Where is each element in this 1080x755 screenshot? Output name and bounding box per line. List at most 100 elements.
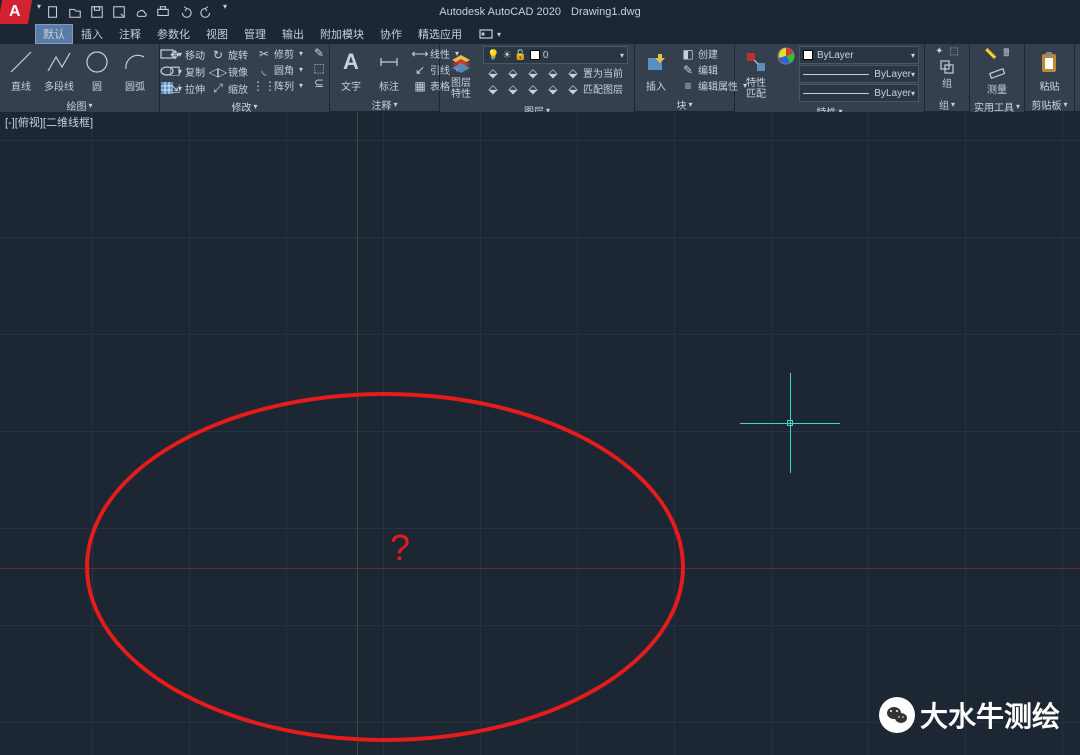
insert-block-button[interactable]: 插入 — [637, 46, 675, 94]
dimension-button[interactable]: 标注 — [370, 46, 408, 94]
text-button[interactable]: A 文字 — [332, 46, 370, 94]
polyline-label: 多段线 — [44, 78, 74, 93]
color-selector[interactable]: ByLayer ▾ — [799, 46, 919, 64]
move-button[interactable]: ✥移动 — [165, 46, 208, 63]
util-icon-2[interactable]: 🖩 — [1000, 46, 1012, 63]
layer-selector[interactable]: 💡 ☀ 🔓 0 ▾ — [483, 46, 628, 64]
linetype-selector[interactable]: ByLayer▾ — [799, 84, 919, 102]
panel-modify: ✥移动 ↻旋转 ❐复制 ◁▷镜像 ⇲拉伸 ⤢缩放 ✂修剪▾ ◟圆角▾ ⋮⋮阵列▾… — [160, 44, 330, 111]
tab-app-extra[interactable]: ▾ — [470, 24, 509, 44]
copy-icon: ❐ — [168, 65, 182, 79]
cloud-icon[interactable] — [131, 2, 151, 22]
group-button[interactable]: 组 — [928, 59, 966, 91]
group-icon-1[interactable]: ✦ — [932, 46, 946, 57]
dim-label: 标注 — [379, 78, 399, 93]
qat-menu-drop[interactable]: ▾ — [37, 2, 41, 22]
lineweight-selector[interactable]: ByLayer▾ — [799, 65, 919, 83]
text-label: 文字 — [341, 78, 361, 93]
viewport-label[interactable]: [-][俯视][二维线框] — [5, 114, 93, 130]
layer-tool-4[interactable]: ⬙ — [543, 66, 563, 80]
offset-icon[interactable]: ⊆ — [309, 76, 329, 90]
layer-tool-7[interactable]: ⬙ — [523, 82, 543, 96]
annotation-question-mark: ? — [390, 527, 410, 569]
open-icon[interactable] — [65, 2, 85, 22]
arc-label: 圆弧 — [125, 78, 145, 93]
layer-properties-button[interactable]: 图层特性 — [442, 46, 480, 101]
tab-featured[interactable]: 精选应用 — [410, 24, 470, 44]
circle-label: 圆 — [92, 78, 102, 93]
tab-annotate[interactable]: 注释 — [111, 24, 149, 44]
util-icon-1[interactable]: 📏 — [982, 49, 1000, 60]
qat-expand[interactable]: ▾ — [223, 2, 227, 22]
layer-tool-2[interactable]: ⬙ — [503, 66, 523, 80]
circle-button[interactable]: 圆 — [78, 46, 116, 94]
insert-label: 插入 — [646, 78, 666, 93]
panel-group-title: 组 — [939, 97, 949, 112]
new-icon[interactable] — [43, 2, 63, 22]
panel-layers: 图层特性 💡 ☀ 🔓 0 ▾ ⬙ ⬙ ⬙ ⬙ ⬙置为当前 — [440, 44, 635, 111]
arc-button[interactable]: 圆弧 — [116, 46, 154, 94]
watermark: 大水牛测绘 — [879, 695, 1060, 735]
erase-icon[interactable]: ✎ — [309, 46, 329, 60]
stretch-icon: ⇲ — [168, 82, 182, 96]
array-icon: ⋮⋮ — [257, 79, 271, 93]
plot-icon[interactable] — [153, 2, 173, 22]
measure-button[interactable]: 测量 — [978, 65, 1016, 97]
panel-block-title: 块 — [676, 97, 686, 112]
group-icon-2[interactable]: ⬚ — [946, 46, 961, 57]
drawing-canvas[interactable]: [-][俯视][二维线框] ? 大水牛测绘 — [0, 112, 1080, 755]
line-button[interactable]: 直线 — [2, 46, 40, 94]
tab-view[interactable]: 视图 — [198, 24, 236, 44]
panel-draw-title: 绘图 — [66, 98, 86, 113]
color-wheel-button[interactable] — [775, 46, 797, 66]
lock-icon: 🔓 — [514, 50, 526, 61]
saveas-icon[interactable] — [109, 2, 129, 22]
rotate-icon: ↻ — [211, 48, 225, 62]
tab-manage[interactable]: 管理 — [236, 24, 274, 44]
scale-icon: ⤢ — [211, 82, 225, 96]
explode-icon[interactable]: ⬚ — [309, 61, 329, 75]
matchlayer-button[interactable]: ⬙匹配图层 — [563, 81, 626, 96]
move-icon: ✥ — [168, 48, 182, 62]
layer-tool-3[interactable]: ⬙ — [523, 66, 543, 80]
layer-color-swatch — [530, 50, 540, 60]
stretch-button[interactable]: ⇲拉伸 — [165, 80, 208, 97]
panel-group: ✦ ⬚ 组 组▾ — [925, 44, 970, 111]
tab-parametric[interactable]: 参数化 — [149, 24, 198, 44]
layer-tool-5[interactable]: ⬙ — [483, 82, 503, 96]
tab-addins[interactable]: 附加模块 — [312, 24, 372, 44]
tab-output[interactable]: 输出 — [274, 24, 312, 44]
tab-insert[interactable]: 插入 — [73, 24, 111, 44]
copy-button[interactable]: ❐复制 — [165, 63, 208, 80]
scale-button[interactable]: ⤢缩放 — [208, 80, 251, 97]
ribbon: 直线 多段线 圆 圆弧 ▾ ▾ ▾ 绘图▾ ✥ — [0, 44, 1080, 112]
paste-button[interactable]: 粘贴 — [1031, 46, 1069, 94]
panel-draw: 直线 多段线 圆 圆弧 ▾ ▾ ▾ 绘图▾ — [0, 44, 160, 111]
fillet-button[interactable]: ◟圆角▾ — [254, 62, 306, 77]
fillet-icon: ◟ — [257, 63, 271, 77]
layer-tool-6[interactable]: ⬙ — [503, 82, 523, 96]
tab-default[interactable]: 默认 — [35, 24, 73, 44]
quick-access-toolbar: ▾ ▾ — [32, 2, 227, 22]
undo-icon[interactable] — [175, 2, 195, 22]
tab-collab[interactable]: 协作 — [372, 24, 410, 44]
titlebar: A ▾ ▾ Autodesk AutoCAD 2020 Drawing1.dwg — [0, 0, 1080, 24]
redo-icon[interactable] — [197, 2, 217, 22]
mirror-button[interactable]: ◁▷镜像 — [208, 63, 251, 80]
annotation-ellipse — [85, 392, 685, 742]
array-button[interactable]: ⋮⋮阵列▾ — [254, 78, 306, 93]
trim-button[interactable]: ✂修剪▾ — [254, 46, 306, 61]
rotate-button[interactable]: ↻旋转 — [208, 46, 251, 63]
polyline-button[interactable]: 多段线 — [40, 46, 78, 94]
panel-clip-title: 剪贴板 — [1031, 97, 1061, 112]
panel-properties: 特性匹配 ByLayer ▾ ByLayer▾ ByLayer▾ 特性▾ — [735, 44, 925, 111]
matchprop-label: 特性匹配 — [746, 78, 766, 100]
makecurrent-button[interactable]: ⬙置为当前 — [563, 65, 626, 80]
layer-tool-1[interactable]: ⬙ — [483, 66, 503, 80]
mirror-icon: ◁▷ — [211, 65, 225, 79]
panel-annot-title: 注释 — [371, 97, 391, 112]
save-icon[interactable] — [87, 2, 107, 22]
layer-tool-8[interactable]: ⬙ — [543, 82, 563, 96]
match-properties-button[interactable]: 特性匹配 — [737, 46, 775, 101]
app-logo[interactable]: A — [0, 0, 32, 24]
